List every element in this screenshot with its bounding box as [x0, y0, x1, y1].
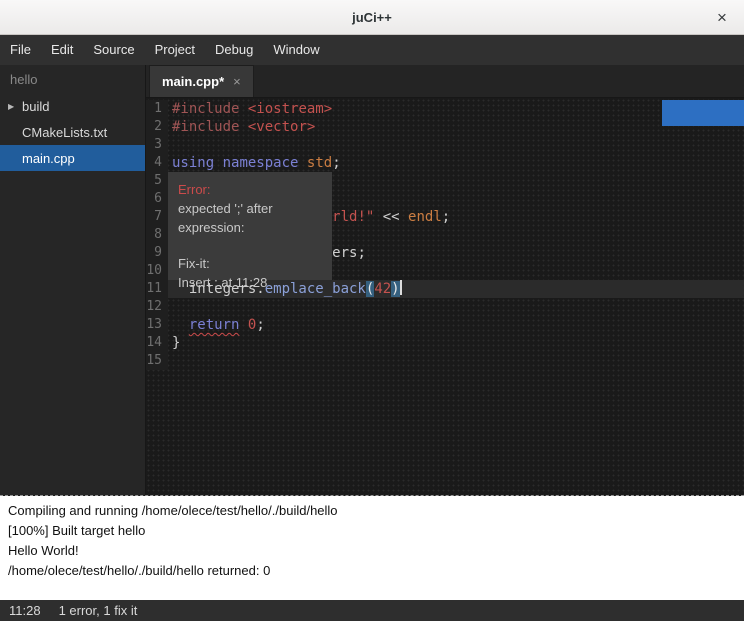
- code-text: [168, 352, 744, 370]
- code-token: <iostream>: [248, 101, 332, 117]
- code-token: std: [307, 155, 332, 171]
- terminal-line: Hello World!: [8, 541, 736, 561]
- terminal-output[interactable]: Compiling and running /home/olece/test/h…: [0, 496, 744, 600]
- tabbar: main.cpp* ×: [146, 65, 744, 98]
- line-number: 12: [146, 298, 168, 316]
- code-token: ;: [256, 317, 264, 333]
- line-number: 13: [146, 316, 168, 334]
- code-token: ): [391, 281, 399, 297]
- diagnostics-summary: 1 error, 1 fix it: [59, 603, 138, 618]
- code-token: #include: [172, 119, 239, 135]
- code-line[interactable]: 12: [146, 298, 744, 316]
- code-text: }: [168, 334, 744, 352]
- tooltip-error-label: Error:: [178, 180, 322, 199]
- line-number: 3: [146, 136, 168, 154]
- code-token: endl: [408, 209, 442, 225]
- terminal-line: [100%] Built target hello: [8, 521, 736, 541]
- menu-item-file[interactable]: File: [0, 35, 41, 65]
- cursor-position: 11:28: [9, 603, 41, 618]
- code-token: namespace: [223, 155, 299, 171]
- line-number: 7: [146, 208, 168, 226]
- code-token: #include: [172, 101, 239, 117]
- tab-label: main.cpp*: [162, 74, 224, 89]
- terminal-line: Compiling and running /home/olece/test/h…: [8, 501, 736, 521]
- source-editor[interactable]: 1#include <iostream>2#include <vector>34…: [146, 98, 744, 495]
- code-token: ;: [442, 209, 450, 225]
- code-token: [239, 119, 247, 135]
- tree-item-build[interactable]: ▶build: [0, 93, 145, 119]
- line-number: 2: [146, 118, 168, 136]
- tab-close-icon[interactable]: ×: [233, 74, 241, 89]
- code-token: [172, 317, 189, 333]
- menu-item-window[interactable]: Window: [263, 35, 329, 65]
- code-token: [214, 155, 222, 171]
- line-number: 11: [146, 280, 168, 298]
- tab-main-cpp[interactable]: main.cpp* ×: [149, 65, 254, 97]
- scrollbar-thumb[interactable]: [662, 100, 744, 126]
- code-token: }: [172, 335, 180, 351]
- code-text: [168, 136, 744, 154]
- tooltip-error-message: expected ';' after expression:: [178, 199, 322, 237]
- line-number: 10: [146, 262, 168, 280]
- titlebar: juCi++ ×: [0, 0, 744, 35]
- tree-item-cmakelists-txt[interactable]: CMakeLists.txt: [0, 119, 145, 145]
- tree-item-label: CMakeLists.txt: [22, 125, 107, 140]
- tooltip-fixit-label: Fix-it:: [178, 254, 322, 273]
- code-line[interactable]: 2#include <vector>: [146, 118, 744, 136]
- main-split: hello ▶build CMakeLists.txt main.cpp main.…: [0, 65, 744, 496]
- line-number: 15: [146, 352, 168, 370]
- menu-item-project[interactable]: Project: [145, 35, 205, 65]
- statusbar: 11:28 1 error, 1 fix it: [0, 600, 744, 621]
- editor-pane: main.cpp* × 1#include <iostream>2#includ…: [146, 65, 744, 495]
- window-title: juCi++: [352, 10, 392, 25]
- line-number: 4: [146, 154, 168, 172]
- code-line[interactable]: 13 return 0;: [146, 316, 744, 334]
- window-close-button[interactable]: ×: [710, 6, 734, 30]
- code-text: #include <vector>: [168, 118, 744, 136]
- code-line[interactable]: 1#include <iostream>: [146, 100, 744, 118]
- line-number: 9: [146, 244, 168, 262]
- diagnostic-tooltip: Error: expected ';' after expression: Fi…: [168, 172, 332, 280]
- menubar: FileEditSourceProjectDebugWindow: [0, 35, 744, 65]
- line-number: 14: [146, 334, 168, 352]
- terminal-line: /home/olece/test/hello/./build/hello ret…: [8, 561, 736, 581]
- menu-item-debug[interactable]: Debug: [205, 35, 263, 65]
- code-token: ;: [332, 155, 340, 171]
- code-token: 42: [374, 281, 391, 297]
- code-line[interactable]: 4using namespace std;: [146, 154, 744, 172]
- tree-item-label: build: [22, 99, 49, 114]
- menu-item-edit[interactable]: Edit: [41, 35, 83, 65]
- line-number: 8: [146, 226, 168, 244]
- code-token: [239, 317, 247, 333]
- line-number: 1: [146, 100, 168, 118]
- text-cursor: [400, 280, 402, 295]
- code-token: [239, 101, 247, 117]
- code-text: [168, 298, 744, 316]
- jucipp-window: juCi++ × FileEditSourceProjectDebugWindo…: [0, 0, 744, 621]
- line-number: 6: [146, 190, 168, 208]
- tooltip-fixit-message: Insert ; at 11:28: [178, 273, 322, 292]
- tree-item-label: main.cpp: [22, 151, 75, 166]
- menu-item-source[interactable]: Source: [83, 35, 144, 65]
- code-line[interactable]: 14}: [146, 334, 744, 352]
- code-token: <<: [374, 209, 408, 225]
- file-tree: ▶build CMakeLists.txt main.cpp: [0, 93, 145, 171]
- code-line[interactable]: 3: [146, 136, 744, 154]
- tree-item-main-cpp[interactable]: main.cpp: [0, 145, 145, 171]
- code-text: #include <iostream>: [168, 100, 744, 118]
- code-token: using: [172, 155, 214, 171]
- code-token: <vector>: [248, 119, 315, 135]
- code-text: using namespace std;: [168, 154, 744, 172]
- code-text: return 0;: [168, 316, 744, 334]
- project-name: hello: [0, 65, 145, 93]
- code-token: return: [189, 317, 240, 333]
- code-token: [298, 155, 306, 171]
- code-line[interactable]: 15: [146, 352, 744, 370]
- expander-arrow-icon[interactable]: ▶: [8, 102, 22, 111]
- sidebar: hello ▶build CMakeLists.txt main.cpp: [0, 65, 146, 495]
- line-number: 5: [146, 172, 168, 190]
